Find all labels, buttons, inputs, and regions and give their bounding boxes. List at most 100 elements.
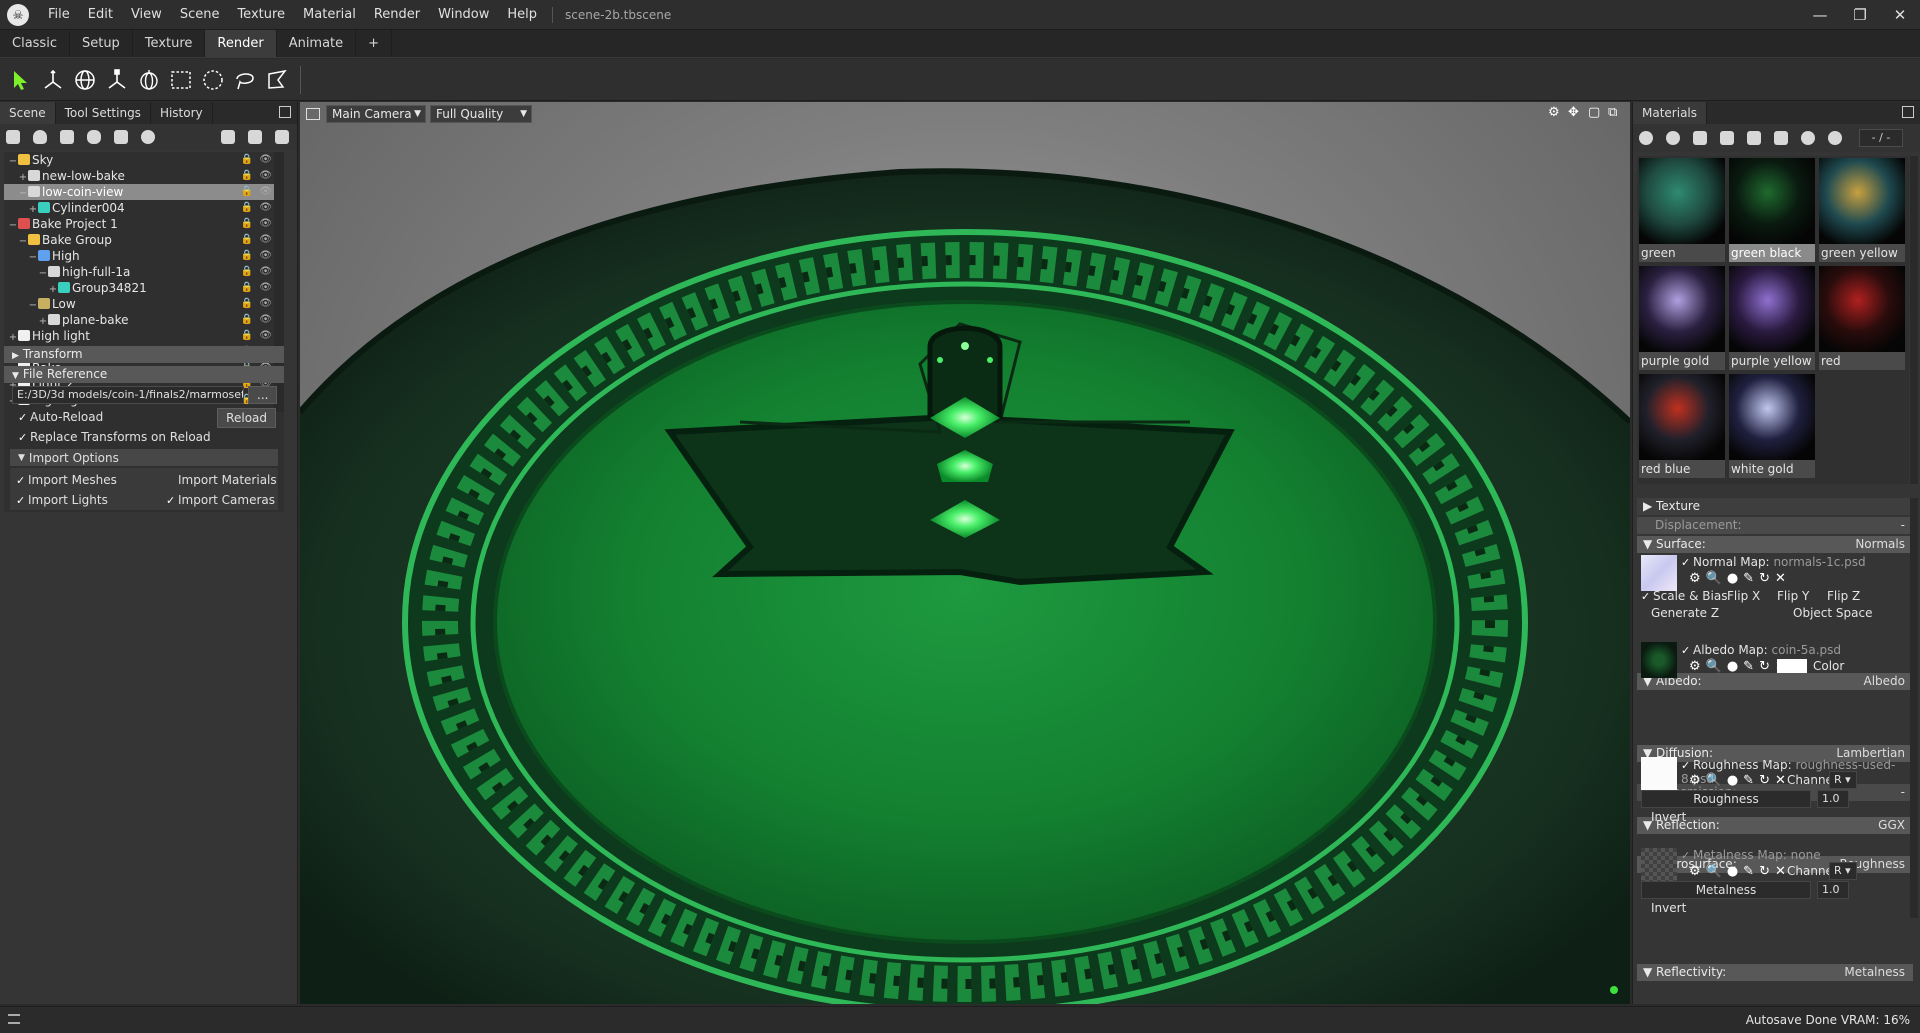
surface-value[interactable]: Normals [1855, 536, 1905, 553]
albedo-value[interactable]: Albedo [1863, 673, 1905, 690]
reflection-value[interactable]: GGX [1878, 817, 1905, 834]
file-path-input[interactable]: E:/3D/3d models/coin-1/finals2/marmoset [12, 386, 244, 404]
add-workspace-button[interactable]: + [356, 30, 393, 57]
menu-render[interactable]: Render [365, 0, 429, 30]
menu-window[interactable]: Window [429, 0, 498, 30]
transform-section[interactable]: ▶ Transform [4, 346, 284, 363]
replace-transforms-checkbox[interactable]: ✓ [18, 431, 30, 444]
tree-item[interactable]: − Bake Project 1 🔒👁 [4, 216, 284, 232]
albedo-map-file[interactable]: coin-5a.psd [1772, 643, 1842, 657]
lock-visibility-icon[interactable]: 🔒👁 [241, 296, 278, 312]
albedo-color-swatch[interactable] [1777, 659, 1807, 673]
camera-dropdown[interactable]: Main Camera ▼ [326, 105, 426, 123]
menu-texture[interactable]: Texture [228, 0, 294, 30]
flip-z-row[interactable]: Flip Z [1827, 589, 1860, 603]
polygon-select-icon[interactable] [262, 65, 292, 95]
add-mesh-icon[interactable] [6, 130, 20, 144]
popout-icon[interactable]: ⧉ [1608, 106, 1622, 120]
scale-tool-icon[interactable] [102, 65, 132, 95]
trash-icon[interactable] [1747, 131, 1761, 145]
menu-material[interactable]: Material [294, 0, 365, 30]
flip-y-row[interactable]: Flip Y [1777, 589, 1809, 603]
lasso-select-icon[interactable] [230, 65, 260, 95]
close-button[interactable]: ✕ [1880, 0, 1920, 30]
rect-select-icon[interactable] [166, 65, 196, 95]
eyedropper-icon[interactable] [1774, 131, 1788, 145]
3d-viewport[interactable]: Main Camera ▼ Full Quality ▼ ⚙ ✥ ▢ ⧉ [300, 102, 1630, 1004]
tab-materials[interactable]: Materials [1633, 102, 1708, 124]
maximize-button[interactable]: ❐ [1840, 0, 1880, 30]
duplicate-icon[interactable] [248, 130, 262, 144]
lock-visibility-icon[interactable]: 🔒👁 [241, 312, 278, 328]
add-object-icon[interactable] [114, 130, 128, 144]
import-lights-checkbox[interactable]: ✓ [16, 494, 28, 507]
normal-map-tools[interactable]: ⚙🔍●✎↻✕ [1689, 571, 1791, 586]
camera-icon[interactable] [306, 108, 320, 120]
auto-reload-checkbox[interactable]: ✓ [18, 411, 30, 424]
material-swatch[interactable]: green yellow [1819, 158, 1905, 262]
rotate-tool-icon[interactable] [70, 65, 100, 95]
normal-map-file[interactable]: normals-1c.psd [1773, 555, 1865, 569]
metalness-map-tools[interactable]: ⚙🔍●✎↻✕ [1689, 864, 1791, 879]
lock-visibility-icon[interactable]: 🔒👁 [241, 248, 278, 264]
lock-visibility-icon[interactable]: 🔒👁 [241, 152, 278, 168]
properties-scrollbar[interactable] [1910, 498, 1918, 918]
add-light-icon[interactable] [33, 130, 47, 144]
tab-history[interactable]: History [151, 102, 213, 124]
reflectivity-value[interactable]: Metalness [1844, 964, 1905, 981]
settings-gear-icon[interactable]: ⚙ [1548, 106, 1562, 120]
displacement-section[interactable]: Displacement: - [1637, 517, 1913, 534]
tree-item[interactable]: − Sky 🔒👁 [4, 152, 284, 168]
lock-visibility-icon[interactable]: 🔒👁 [241, 280, 278, 296]
tab-classic[interactable]: Classic [0, 30, 70, 57]
invert2-row[interactable]: Invert [1651, 901, 1686, 915]
roughness-map-tools[interactable]: ⚙🔍●✎↻✕ [1689, 773, 1791, 788]
object-space-row[interactable]: Object Space [1793, 606, 1872, 620]
lock-visibility-icon[interactable]: 🔒👁 [241, 216, 278, 232]
tree-item[interactable]: +High light🔒👁 [4, 328, 284, 344]
normal-map-thumbnail[interactable] [1641, 555, 1677, 591]
flip-x-row[interactable]: Flip X [1727, 589, 1760, 603]
select-tool-icon[interactable] [6, 65, 36, 95]
metalness-value[interactable]: 1.0 [1817, 881, 1849, 899]
tree-item[interactable]: + plane-bake 🔒👁 [4, 312, 284, 328]
import-options-section[interactable]: ▼ Import Options [10, 449, 278, 466]
albedo-map-tools[interactable]: ⚙🔍●✎↻✕ [1689, 659, 1791, 674]
reload-button[interactable]: Reload [217, 408, 276, 428]
undock-icon[interactable] [279, 106, 291, 118]
material-swatch[interactable]: red blue [1639, 374, 1725, 478]
material-swatch[interactable]: purple gold [1639, 266, 1725, 370]
quality-dropdown[interactable]: Full Quality ▼ [430, 105, 532, 123]
material-swatch[interactable]: green black [1729, 158, 1815, 262]
sphere-preview-icon[interactable] [1828, 131, 1842, 145]
menu-file[interactable]: File [39, 0, 79, 30]
file-reference-section[interactable]: ▼ File Reference [4, 366, 284, 383]
grid-icon[interactable] [1693, 131, 1707, 145]
tree-item[interactable]: + Cylinder004 🔒👁 [4, 200, 284, 216]
lock-visibility-icon[interactable]: 🔒👁 [241, 328, 278, 344]
generate-z-row[interactable]: Generate Z [1651, 606, 1719, 620]
tree-item[interactable]: − Bake Group 🔒👁 [4, 232, 284, 248]
channel-select[interactable]: R ▾ [1829, 771, 1857, 789]
albedo-section[interactable]: ▼ Albedo: Albedo [1637, 673, 1913, 690]
metalness-channel-select[interactable]: R ▾ [1829, 862, 1857, 880]
duplicate-material-icon[interactable] [1666, 131, 1680, 145]
move-tool-icon[interactable] [38, 65, 68, 95]
tab-setup[interactable]: Setup [70, 30, 133, 57]
scale-bias-label[interactable]: Scale & Bias [1653, 589, 1727, 603]
menu-edit[interactable]: Edit [79, 0, 122, 30]
tree-item[interactable]: − low-coin-view 🔒👁 [4, 184, 284, 200]
surface-section[interactable]: ▼ Surface: Normals [1637, 536, 1913, 553]
roughness-slider[interactable]: Roughness [1641, 790, 1811, 808]
undock-icon[interactable] [1902, 106, 1914, 118]
lock-visibility-icon[interactable]: 🔒👁 [241, 232, 278, 248]
lock-visibility-icon[interactable]: 🔒👁 [241, 168, 278, 184]
invert-row[interactable]: Invert [1651, 810, 1686, 824]
reflectivity-section[interactable]: ▼ Reflectivity: Metalness [1637, 964, 1913, 981]
lock-visibility-icon[interactable]: 🔒👁 [241, 264, 278, 280]
texture-section[interactable]: ▶ Texture [1637, 498, 1913, 515]
roughness-map-thumbnail[interactable] [1641, 757, 1677, 793]
tree-item[interactable]: + new-low-bake 🔒👁 [4, 168, 284, 184]
material-swatch[interactable]: purple yellow [1729, 266, 1815, 370]
tab-tool-settings[interactable]: Tool Settings [56, 102, 151, 124]
